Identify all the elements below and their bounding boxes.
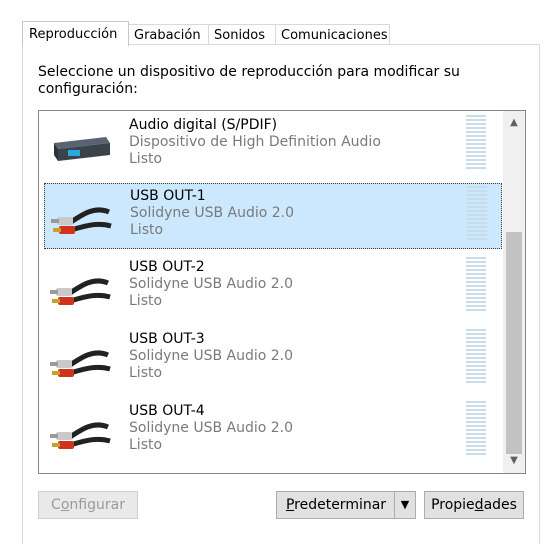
rca-cable-icon: [51, 207, 112, 234]
device-name: USB OUT-3: [129, 331, 205, 347]
vertical-scrollbar[interactable]: ▲ ▼: [503, 111, 525, 473]
button-label-part: redeterminar: [294, 497, 387, 513]
level-meter: [466, 115, 486, 173]
scroll-up-icon[interactable]: ▲: [503, 113, 525, 133]
device-description: Solidyne USB Audio 2.0: [129, 348, 294, 364]
scroll-down-icon[interactable]: ▼: [503, 451, 525, 471]
set-default-button[interactable]: Predeterminar ▼: [276, 491, 416, 519]
device-list[interactable]: Audio digital (S/PDIF) Dispositivo de Hi…: [38, 110, 526, 474]
device-description: Solidyne USB Audio 2.0: [129, 276, 294, 292]
device-text: USB OUT-1 Solidyne USB Audio 2.0 Listo: [130, 188, 294, 239]
device-text: USB OUT-2 Solidyne USB Audio 2.0 Listo: [129, 259, 293, 310]
rca-cable-icon: [50, 278, 111, 305]
instruction-text: Seleccione un dispositivo de reproducció…: [38, 64, 460, 97]
device-row-usb-out-3[interactable]: USB OUT-3 Solidyne USB Audio 2.0 Listo: [44, 327, 502, 393]
dropdown-arrow-icon[interactable]: ▼: [394, 492, 415, 518]
device-row-usb-out-1[interactable]: USB OUT-1 Solidyne USB Audio 2.0 Listo: [44, 183, 502, 249]
rca-cable-icon: [50, 350, 111, 377]
tab-label: Comunicaciones: [281, 28, 388, 43]
device-text: USB OUT-3 Solidyne USB Audio 2.0 Listo: [129, 331, 293, 382]
tab-recording[interactable]: Grabación: [128, 24, 209, 45]
device-status: Listo: [129, 151, 163, 167]
device-status: Listo: [129, 365, 163, 381]
device-description: Solidyne USB Audio 2.0: [130, 205, 295, 221]
tab-playback[interactable]: Reproducción: [22, 21, 129, 46]
rca-cable-icon: [50, 422, 111, 449]
level-meter: [466, 401, 486, 459]
device-name: Audio digital (S/PDIF): [129, 117, 278, 133]
scroll-thumb[interactable]: [506, 232, 522, 454]
device-status: Listo: [130, 222, 164, 238]
properties-button[interactable]: Propiedades: [424, 491, 524, 519]
configure-button[interactable]: Configurar: [38, 491, 138, 519]
device-status: Listo: [129, 293, 163, 309]
button-label-part: Propie: [431, 497, 475, 513]
device-row-usb-out-2[interactable]: USB OUT-2 Solidyne USB Audio 2.0 Listo: [44, 255, 502, 321]
tab-communications[interactable]: Comunicaciones: [275, 24, 390, 45]
device-description: Solidyne USB Audio 2.0: [129, 420, 294, 436]
device-name: USB OUT-2: [129, 259, 205, 275]
device-status: Listo: [129, 437, 163, 453]
button-label-part: ades: [483, 497, 517, 513]
button-label-part: C: [51, 497, 61, 513]
level-meter: [467, 186, 487, 244]
tab-sounds[interactable]: Sonidos: [208, 24, 276, 45]
device-text: USB OUT-4 Solidyne USB Audio 2.0 Listo: [129, 403, 293, 454]
tab-label: Grabación: [134, 28, 201, 43]
spdif-device-icon: [54, 137, 110, 161]
device-row-usb-out-4[interactable]: USB OUT-4 Solidyne USB Audio 2.0 Listo: [44, 399, 502, 465]
tab-label: Sonidos: [214, 28, 266, 43]
device-description: Dispositivo de High Definition Audio: [129, 134, 381, 150]
level-meter: [466, 329, 486, 387]
device-name: USB OUT-4: [129, 403, 205, 419]
set-default-label: Predeterminar: [277, 492, 395, 518]
level-meter: [466, 257, 486, 315]
accelerator-key: P: [285, 497, 295, 513]
device-text: Audio digital (S/PDIF) Dispositivo de Hi…: [129, 117, 381, 168]
device-name: USB OUT-1: [130, 188, 206, 204]
accelerator-key: d: [474, 497, 484, 513]
device-row-spdif[interactable]: Audio digital (S/PDIF) Dispositivo de Hi…: [44, 113, 502, 179]
button-label-part: nfigurar: [69, 497, 125, 513]
tab-label: Reproducción: [29, 27, 118, 42]
